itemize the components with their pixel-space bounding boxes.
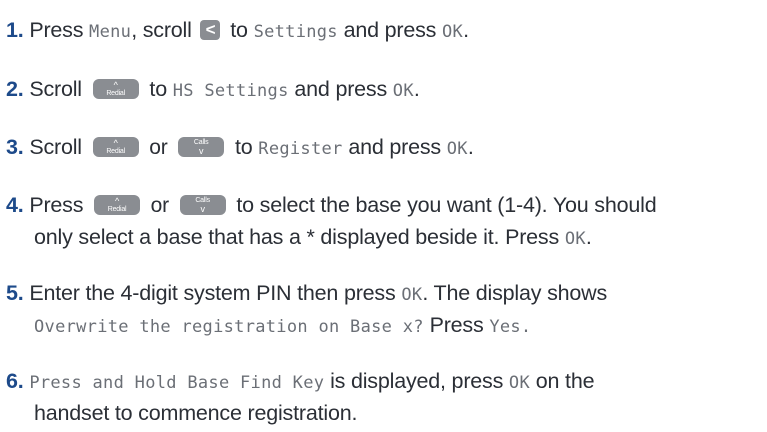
lcd-text: Settings	[253, 22, 338, 42]
step-text: .	[467, 135, 474, 159]
step-text: .	[463, 18, 469, 42]
step-4: 4. Press ^ Redial or Calls v to select the…	[6, 189, 764, 222]
step-text: is displayed, press	[324, 369, 509, 393]
lcd-text: OK	[446, 139, 468, 159]
step-text: Scroll	[29, 77, 88, 101]
step-text: only select a base that has a	[34, 225, 307, 249]
step-text: or	[143, 136, 174, 159]
step-text: Enter the 4-digit system PIN then press	[29, 281, 402, 305]
step-text: Press	[29, 193, 90, 217]
step-text: to	[143, 77, 173, 101]
step-text: on the	[529, 369, 595, 393]
step-number: 3.	[6, 135, 24, 159]
redial-up-key-icon: ^ Redial	[92, 137, 139, 157]
step-6: 6. Press and Hold Base Find Key is displ…	[6, 365, 764, 399]
lcd-text: OK	[401, 285, 423, 305]
lcd-text: Overwrite the registration on Base x?	[34, 317, 424, 337]
step-text: to	[229, 135, 259, 159]
step-text: and press	[288, 77, 393, 101]
lcd-text: OK	[442, 22, 464, 42]
step-text: handset to commence registration.	[34, 401, 358, 425]
step-number: 6.	[6, 369, 24, 393]
step-text: , scroll	[131, 18, 198, 42]
step-2: 2. Scroll ^ Redial to HS Settings and pre…	[6, 73, 764, 107]
step-number: 5.	[6, 281, 24, 305]
lcd-text: Menu	[89, 22, 132, 42]
step-text: or	[145, 194, 175, 217]
step-text: to	[224, 18, 254, 42]
redial-up-key-icon: ^ Redial	[94, 195, 141, 215]
step-text: Press	[29, 18, 90, 42]
left-arrow-key-icon: <	[200, 20, 221, 40]
instructions-page: 1. Press Menu, scroll < to Settings and …	[0, 0, 767, 432]
step-5-line-2: Overwrite the registration on Base x? Pr…	[34, 309, 762, 343]
step-1: 1. Press Menu, scroll < to Settings and …	[6, 14, 764, 48]
step-number: 2.	[6, 77, 24, 101]
lcd-text: Press and Hold Base Find Key	[29, 373, 325, 393]
step-4-line-2: only select a base that has a * displaye…	[34, 221, 762, 255]
calls-down-key-icon: Calls v	[179, 195, 226, 215]
lcd-text: OK	[392, 81, 414, 101]
step-6-line-2: handset to commence registration.	[34, 397, 762, 429]
step-text: Press	[423, 313, 490, 337]
step-number: 4.	[6, 193, 24, 217]
step-text: and press	[337, 18, 443, 42]
step-text: . The display shows	[422, 281, 608, 305]
lcd-text: Register	[258, 139, 343, 159]
step-text: and press	[342, 135, 447, 159]
step-3: 3. Scroll ^ Redial or Calls v to Register …	[6, 131, 764, 165]
lcd-text: Yes.	[489, 317, 532, 337]
step-text: Scroll	[29, 135, 88, 159]
star-symbol: *	[306, 225, 315, 249]
redial-up-key-icon: ^ Redial	[92, 79, 139, 99]
calls-down-key-icon: Calls v	[178, 137, 225, 157]
step-5: 5. Enter the 4-digit system PIN then pre…	[6, 277, 764, 311]
step-text: to select the base you want (1-4). You s…	[230, 193, 657, 217]
step-number: 1.	[6, 18, 24, 42]
step-text: .	[585, 225, 592, 249]
lcd-text: HS Settings	[172, 81, 289, 101]
step-text: .	[413, 77, 420, 101]
lcd-text: OK	[564, 229, 586, 249]
step-text: displayed beside it. Press	[314, 225, 565, 249]
lcd-text: OK	[508, 373, 530, 393]
